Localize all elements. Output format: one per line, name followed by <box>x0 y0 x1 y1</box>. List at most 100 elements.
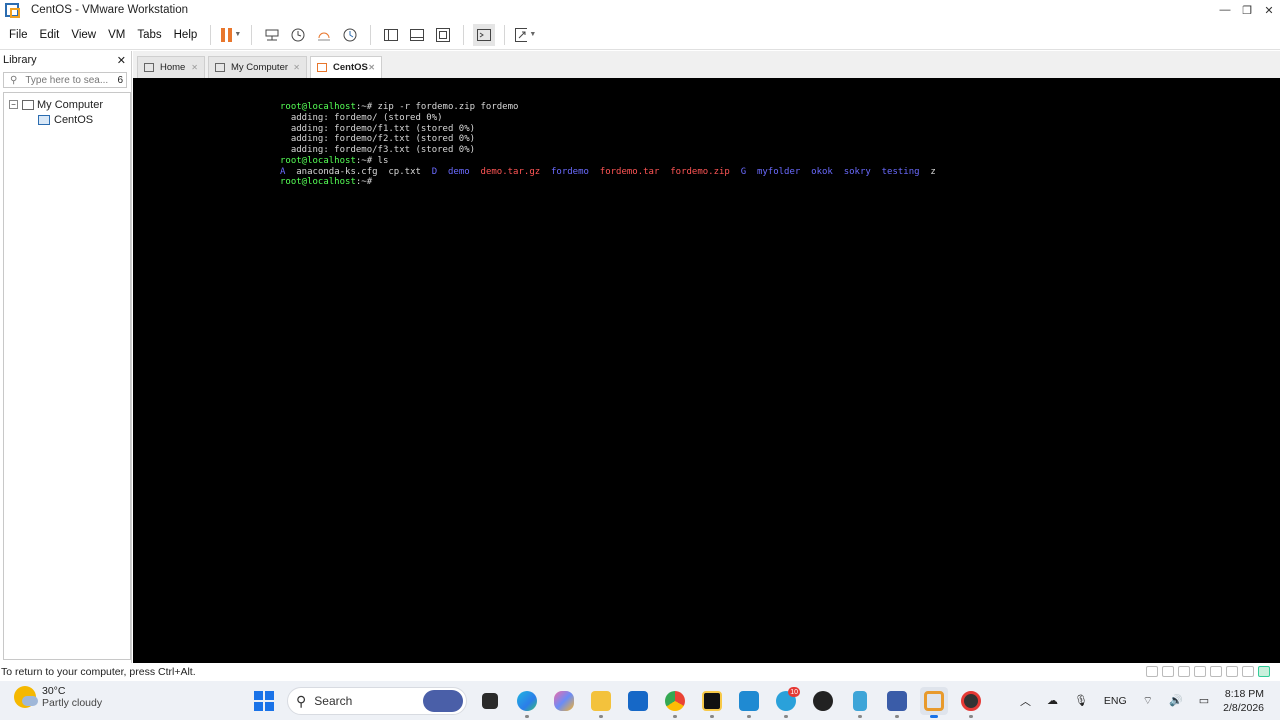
chevron-down-icon[interactable]: ▼ <box>234 31 241 38</box>
revert-snapshot-button[interactable] <box>313 24 335 46</box>
vm-console[interactable]: root@localhost:~# zip -r fordemo.zip for… <box>133 78 1280 663</box>
network-app-button[interactable] <box>883 687 911 718</box>
weather-widget[interactable]: 30°C Partly cloudy <box>14 685 102 709</box>
recorder-icon <box>961 691 981 711</box>
toolbar-separator <box>504 24 506 45</box>
close-icon[interactable]: ✕ <box>117 54 126 67</box>
stretch-guest-button[interactable]: ▼ <box>514 24 536 46</box>
tab-my-computer[interactable]: My Computer ✕ <box>208 56 307 78</box>
terminal-prompt: root@localhost <box>280 102 356 112</box>
hard-disk-icon[interactable] <box>1146 666 1158 677</box>
chrome-button[interactable] <box>661 687 689 718</box>
toolbar-separator <box>251 24 253 45</box>
clock-time: 8:18 PM <box>1224 687 1264 700</box>
close-icon[interactable]: ✕ <box>191 63 198 72</box>
vmware-button[interactable] <box>920 687 948 718</box>
thumbnail-icon <box>410 28 425 41</box>
task-view-button[interactable] <box>476 687 504 715</box>
copilot-button[interactable] <box>550 687 578 715</box>
full-screen-button[interactable] <box>432 24 454 46</box>
menu-tabs[interactable]: Tabs <box>131 29 167 41</box>
clock[interactable]: 8:18 PM 2/8/2026 <box>1223 687 1264 715</box>
vm-icon <box>38 114 50 125</box>
ls-entry: okok <box>811 166 833 177</box>
library-search-input[interactable]: ⚲ Type here to sea... 6 <box>3 72 127 88</box>
thumbnail-bar-button[interactable] <box>406 24 428 46</box>
device-status-icons <box>1146 666 1270 677</box>
tab-centos[interactable]: CentOS ✕ <box>310 56 382 78</box>
library-header: Library ✕ <box>0 51 131 69</box>
taskbar-search[interactable]: ⚲ Search <box>287 687 467 715</box>
language-indicator[interactable]: ENG <box>1104 695 1127 707</box>
usb-icon[interactable] <box>1194 666 1206 677</box>
terminal-line: root@localhost:~# zip -r fordemo.zip for… <box>280 102 1280 113</box>
partly-cloudy-icon <box>14 686 38 708</box>
show-library-button[interactable] <box>380 24 402 46</box>
microphone-icon[interactable]: 🎙 <box>1074 694 1088 707</box>
tab-strip: Home ✕ My Computer ✕ CentOS ✕ <box>133 51 1280 78</box>
snapshot-manager-button[interactable] <box>339 24 361 46</box>
home-icon <box>144 63 154 72</box>
ls-entry: demo <box>448 166 470 177</box>
menu-view[interactable]: View <box>65 29 102 41</box>
fullscreen-icon <box>436 27 451 42</box>
media-player-button[interactable] <box>809 687 837 715</box>
terminal-line: root@localhost:~# ls <box>280 156 1280 167</box>
terminal-command: :~# zip -r fordemo.zip fordemo <box>355 102 519 112</box>
menu-vm[interactable]: VM <box>102 29 131 41</box>
chevron-up-icon[interactable]: ︿ <box>1020 693 1031 709</box>
close-icon[interactable]: ✕ <box>368 63 375 72</box>
close-icon[interactable]: ✕ <box>1258 0 1280 20</box>
pause-button[interactable]: ▼ <box>220 24 242 46</box>
battery-icon[interactable]: ▭ <box>1199 694 1209 707</box>
volume-icon[interactable]: 🔊 <box>1169 694 1183 707</box>
vscode-button[interactable] <box>735 687 763 718</box>
display-icon[interactable] <box>1242 666 1254 677</box>
chevron-down-icon[interactable]: ▼ <box>529 31 536 38</box>
toolbar-separator <box>463 24 465 45</box>
clock-icon <box>291 28 305 41</box>
play-icon <box>813 691 833 711</box>
terminal-prompt: root@localhost <box>280 155 356 166</box>
snapshot-button[interactable] <box>287 24 309 46</box>
restore-icon[interactable]: ❐ <box>1236 0 1258 20</box>
windows-taskbar: 30°C Partly cloudy ⚲ Search 10 ︿ ☁ 🎙 ENG <box>0 681 1280 720</box>
jetbrains-button[interactable] <box>698 687 726 718</box>
menu-help[interactable]: Help <box>168 29 204 41</box>
system-tray: ︿ ☁ 🎙 ENG ⌔ 🔊 ▭ 8:18 PM 2/8/2026 <box>1012 681 1280 720</box>
edge-button[interactable] <box>513 687 541 718</box>
minimize-icon[interactable]: — <box>1214 0 1236 20</box>
chrome-icon <box>665 691 685 711</box>
tab-home[interactable]: Home ✕ <box>137 56 205 78</box>
network-adapter-icon[interactable] <box>1178 666 1190 677</box>
terminal-line: adding: fordemo/f1.txt (stored 0%) <box>280 123 476 134</box>
sound-icon[interactable] <box>1210 666 1222 677</box>
close-icon[interactable]: ✕ <box>293 63 300 72</box>
start-button[interactable] <box>250 687 278 715</box>
message-log-icon[interactable] <box>1258 666 1270 677</box>
tree-item-centos[interactable]: CentOS <box>4 112 130 127</box>
menu-file[interactable]: File <box>3 29 34 41</box>
wifi-icon[interactable]: ⌔ <box>1143 694 1153 708</box>
cd-dvd-icon[interactable] <box>1162 666 1174 677</box>
collapse-icon[interactable]: − <box>9 100 18 109</box>
onedrive-icon[interactable]: ☁ <box>1047 694 1058 707</box>
telegram-button[interactable]: 10 <box>772 687 800 718</box>
terminal-prompt: root@localhost <box>280 177 356 188</box>
screen-recorder-button[interactable] <box>957 687 985 718</box>
send-ctrl-alt-del-button[interactable] <box>261 24 283 46</box>
weather-temperature: 30°C <box>42 685 66 697</box>
printer-icon[interactable] <box>1226 666 1238 677</box>
status-bar: To return to your computer, press Ctrl+A… <box>0 663 1280 681</box>
menu-edit[interactable]: Edit <box>34 29 66 41</box>
console-view-button[interactable] <box>473 23 496 46</box>
search-icon: ⚲ <box>296 692 307 709</box>
terminal-line: root@localhost:~# <box>280 177 1280 188</box>
network-app-icon <box>887 691 907 711</box>
vm-icon <box>317 63 327 72</box>
tree-item-label: My Computer <box>37 98 104 111</box>
file-explorer-button[interactable] <box>587 687 615 718</box>
notepad-button[interactable] <box>846 687 874 718</box>
tree-item-my-computer[interactable]: − My Computer <box>4 97 130 112</box>
store-button[interactable] <box>624 687 652 715</box>
